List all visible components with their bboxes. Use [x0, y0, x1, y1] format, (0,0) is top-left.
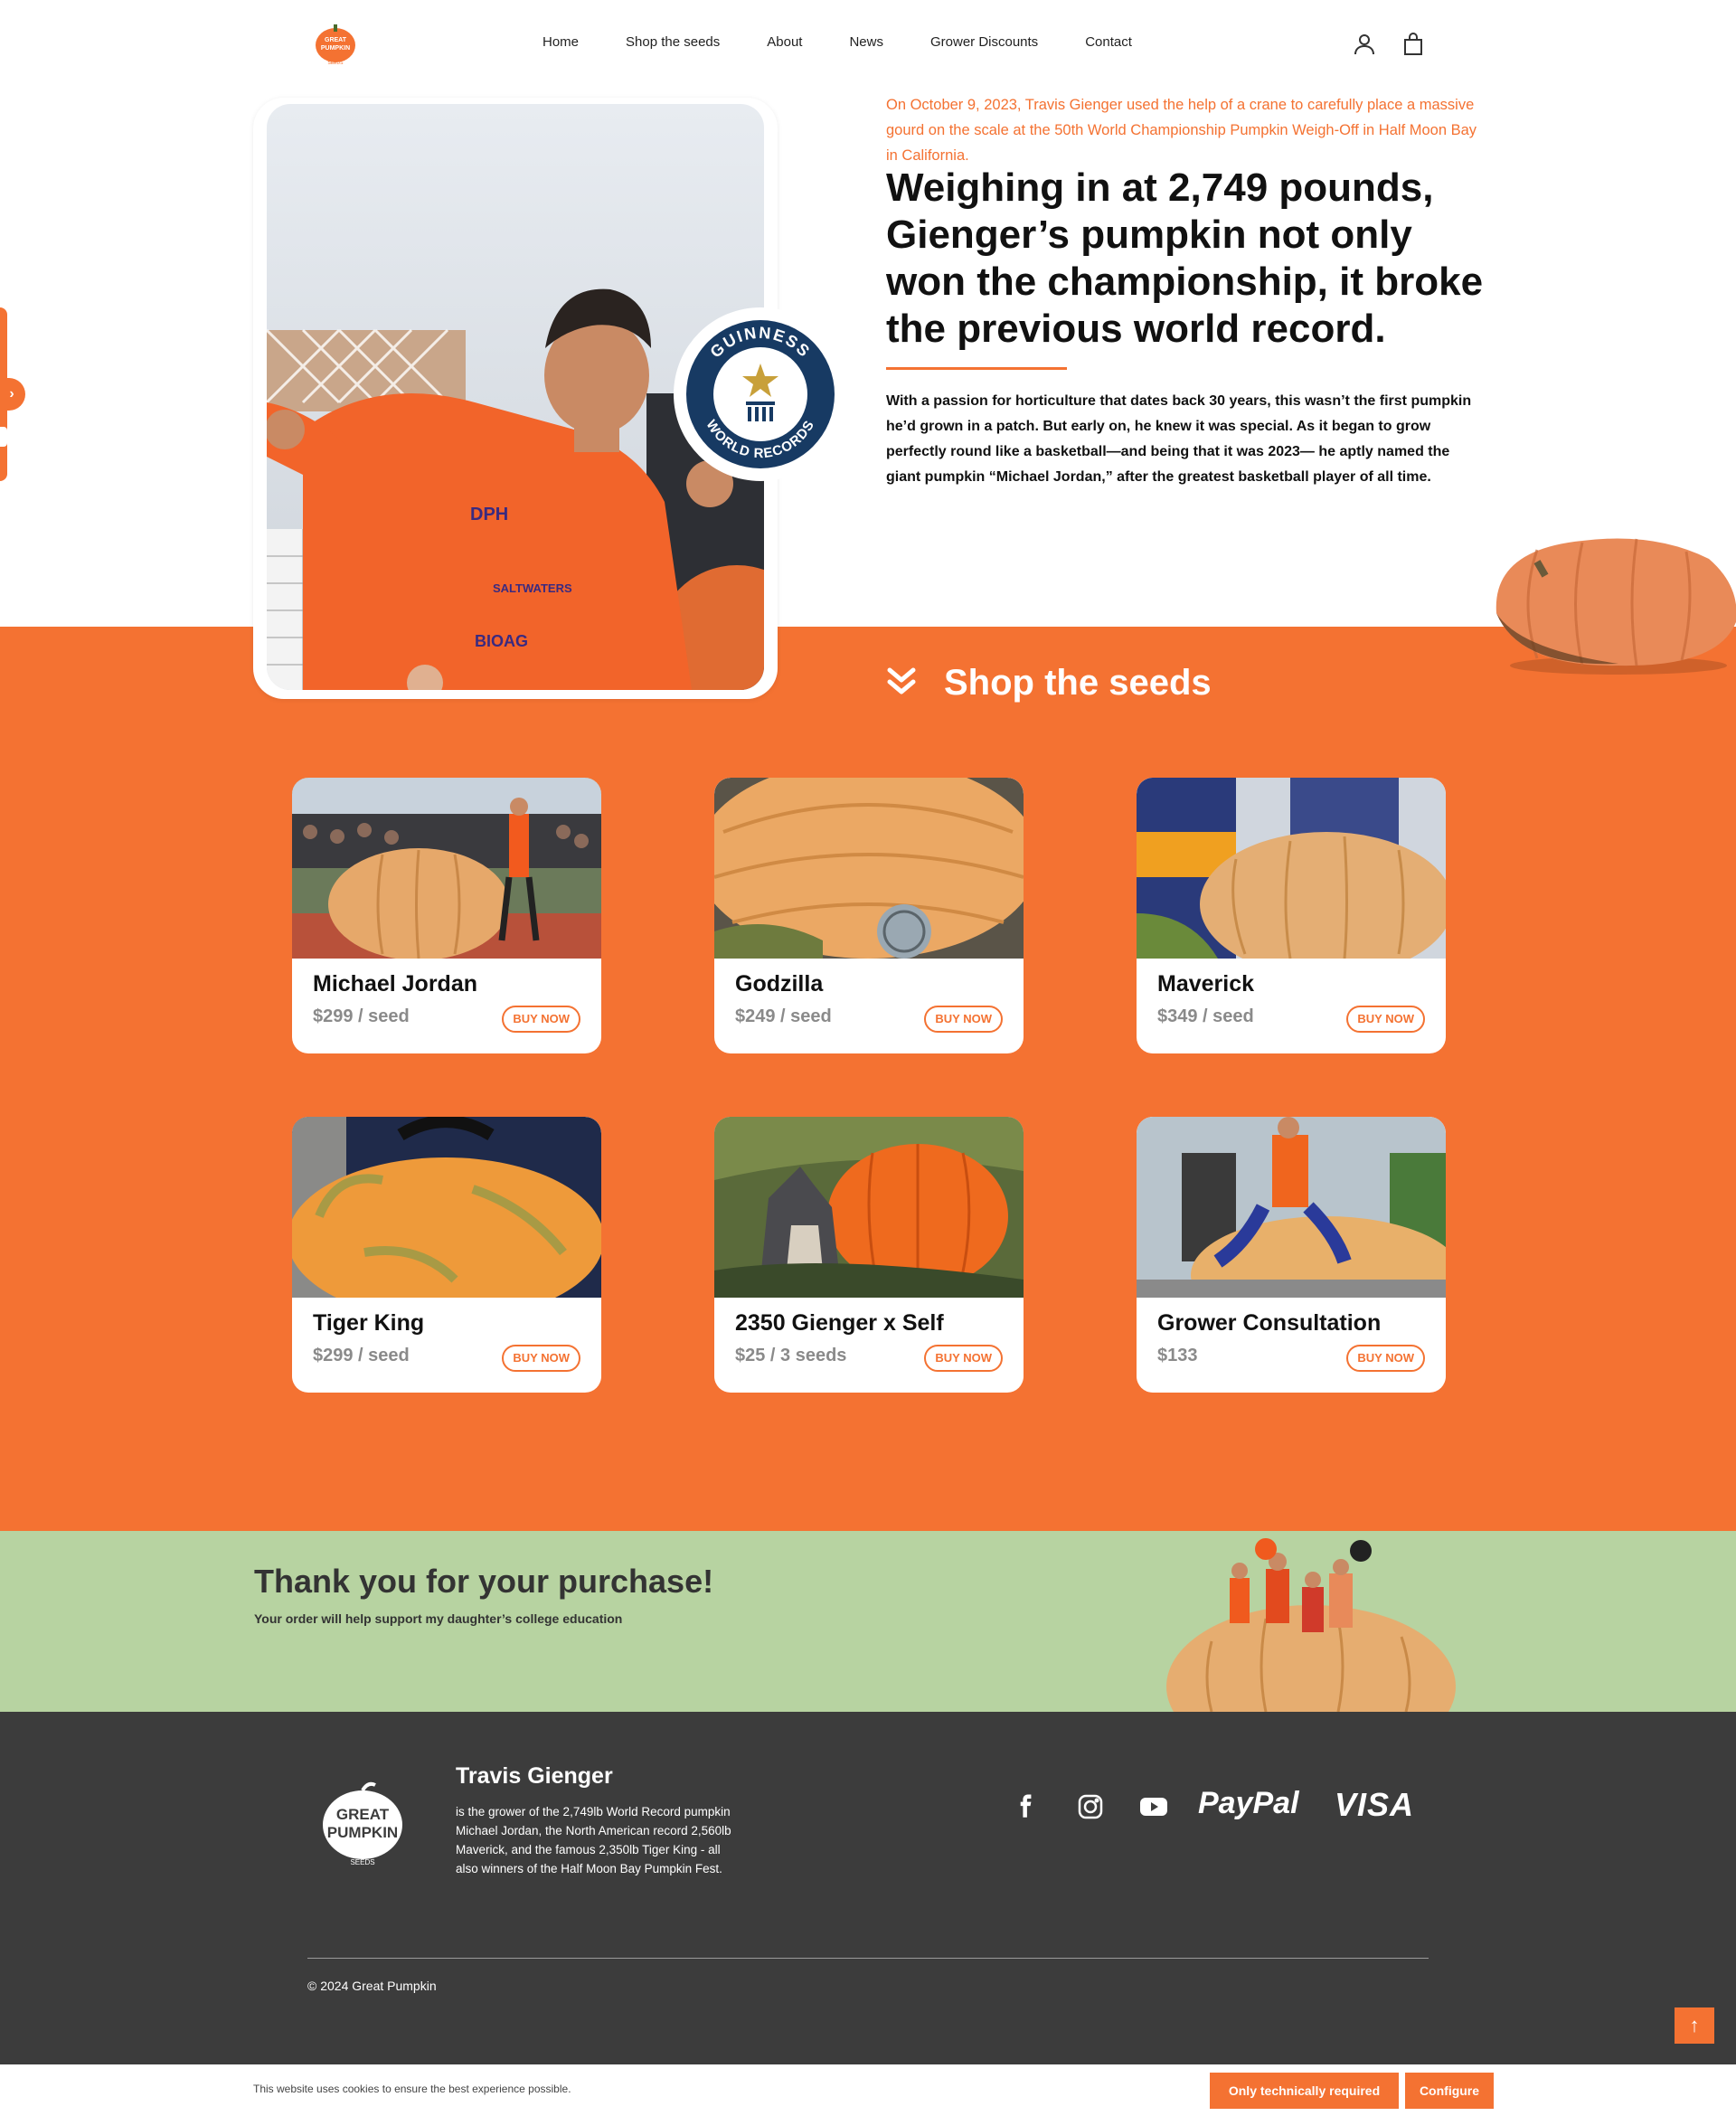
footer-logo[interactable]: GREAT PUMPKIN SEEDS: [321, 1780, 404, 1866]
product-price: $25 / 3 seeds: [735, 1346, 847, 1365]
buy-now-button[interactable]: BUY NOW: [1346, 1345, 1425, 1372]
svg-text:GREAT: GREAT: [336, 1806, 390, 1823]
product-name: Godzilla: [735, 971, 824, 997]
svg-text:PUMPKIN: PUMPKIN: [327, 1824, 398, 1841]
main-nav: Home Shop the seeds About News Grower Di…: [542, 34, 1132, 50]
product-price: $299 / seed: [313, 1346, 410, 1365]
paypal-logo: PayPal: [1198, 1786, 1299, 1820]
footer-grower-name: Travis Gienger: [456, 1763, 613, 1789]
double-chevron-down-icon: [886, 666, 917, 700]
product-name: Michael Jordan: [313, 971, 477, 997]
product-name: Maverick: [1157, 971, 1255, 997]
product-image: [292, 778, 601, 959]
svg-text:BIOAG: BIOAG: [475, 632, 528, 650]
product-name: Grower Consultation: [1157, 1310, 1382, 1336]
facebook-icon[interactable]: [1010, 1790, 1043, 1823]
svg-text:DPH: DPH: [470, 505, 508, 524]
product-image: [1137, 1117, 1446, 1298]
family-pumpkin-photo: [1157, 1533, 1465, 1768]
product-image: [1137, 778, 1446, 959]
product-price: $299 / seed: [313, 1006, 410, 1026]
shop-title: Shop the seeds: [944, 662, 1212, 703]
cart-icon[interactable]: [1401, 33, 1425, 56]
hero-intro: On October 9, 2023, Travis Gienger used …: [886, 97, 1477, 164]
product-card[interactable]: Maverick $349 / seed BUY NOW: [1137, 778, 1446, 1053]
nav-news[interactable]: News: [849, 34, 883, 50]
product-grid: Michael Jordan $299 / seed BUY NOW Godzi…: [292, 778, 1446, 1393]
product-price: $133: [1157, 1346, 1198, 1365]
product-card[interactable]: Michael Jordan $299 / seed BUY NOW: [292, 778, 601, 1053]
buy-now-button[interactable]: BUY NOW: [924, 1345, 1003, 1372]
side-drawer-chevron-icon[interactable]: ›: [0, 378, 25, 411]
logo[interactable]: GREAT PUMPKIN SEEDS: [313, 24, 358, 66]
cookie-text: This website uses cookies to ensure the …: [253, 2083, 571, 2095]
nav-shop-the-seeds[interactable]: Shop the seeds: [626, 34, 720, 50]
product-name: 2350 Gienger x Self: [735, 1310, 944, 1336]
youtube-icon[interactable]: [1137, 1790, 1170, 1823]
product-price: $349 / seed: [1157, 1006, 1254, 1026]
product-card[interactable]: Grower Consultation $133 BUY NOW: [1137, 1117, 1446, 1393]
scroll-to-top-button[interactable]: ↑: [1675, 2007, 1714, 2044]
product-card[interactable]: 2350 Gienger x Self $25 / 3 seeds BUY NO…: [714, 1117, 1024, 1393]
side-drawer-handle: [0, 427, 7, 447]
product-price: $249 / seed: [735, 1006, 832, 1026]
svg-text:SEEDS: SEEDS: [328, 61, 344, 65]
site-footer: [0, 1712, 1736, 2064]
hero-title: Weighing in at 2,749 pounds, Gienger’s p…: [886, 165, 1484, 351]
buy-now-button[interactable]: BUY NOW: [924, 1006, 1003, 1033]
visa-logo: VISA: [1335, 1786, 1415, 1823]
footer-description: is the grower of the 2,749lb World Recor…: [456, 1805, 731, 1875]
footer-divider: [307, 1958, 1429, 1959]
product-card[interactable]: Tiger King $299 / seed BUY NOW: [292, 1117, 601, 1393]
svg-text:SALTWATERS: SALTWATERS: [493, 581, 572, 595]
instagram-icon[interactable]: [1074, 1790, 1107, 1823]
site-header: GREAT PUMPKIN SEEDS Home Shop the seeds …: [0, 0, 1736, 90]
buy-now-button[interactable]: BUY NOW: [502, 1345, 580, 1372]
svg-text:GREAT: GREAT: [325, 37, 347, 43]
configure-button[interactable]: Configure: [1405, 2073, 1494, 2109]
hero-body: With a passion for horticulture that dat…: [886, 393, 1472, 485]
user-icon[interactable]: [1353, 33, 1376, 56]
only-technically-required-button[interactable]: Only technically required: [1210, 2073, 1399, 2109]
svg-text:PUMPKIN: PUMPKIN: [321, 45, 350, 52]
product-image: [714, 1117, 1024, 1298]
nav-home[interactable]: Home: [542, 34, 579, 50]
shop-heading: Shop the seeds: [886, 660, 1212, 705]
buy-now-button[interactable]: BUY NOW: [1346, 1006, 1425, 1033]
thank-you-subtitle: Your order will help support my daughter…: [254, 1611, 623, 1626]
nav-contact[interactable]: Contact: [1085, 34, 1132, 50]
copyright: © 2024 Great Pumpkin: [307, 1979, 437, 1993]
nav-grower-discounts[interactable]: Grower Discounts: [930, 34, 1038, 50]
guinness-world-records-badge: GUINNESS WORLD RECORDS: [674, 307, 847, 481]
svg-text:SEEDS: SEEDS: [350, 1858, 374, 1866]
product-image: [292, 1117, 601, 1298]
hero-divider: [886, 367, 1067, 370]
product-card[interactable]: Godzilla $249 / seed BUY NOW: [714, 778, 1024, 1053]
nav-about[interactable]: About: [767, 34, 802, 50]
product-name: Tiger King: [313, 1310, 425, 1336]
thank-you-title: Thank you for your purchase!: [254, 1563, 714, 1600]
pumpkin-illustration: [1483, 514, 1736, 676]
product-image: [714, 778, 1024, 959]
buy-now-button[interactable]: BUY NOW: [502, 1006, 580, 1033]
